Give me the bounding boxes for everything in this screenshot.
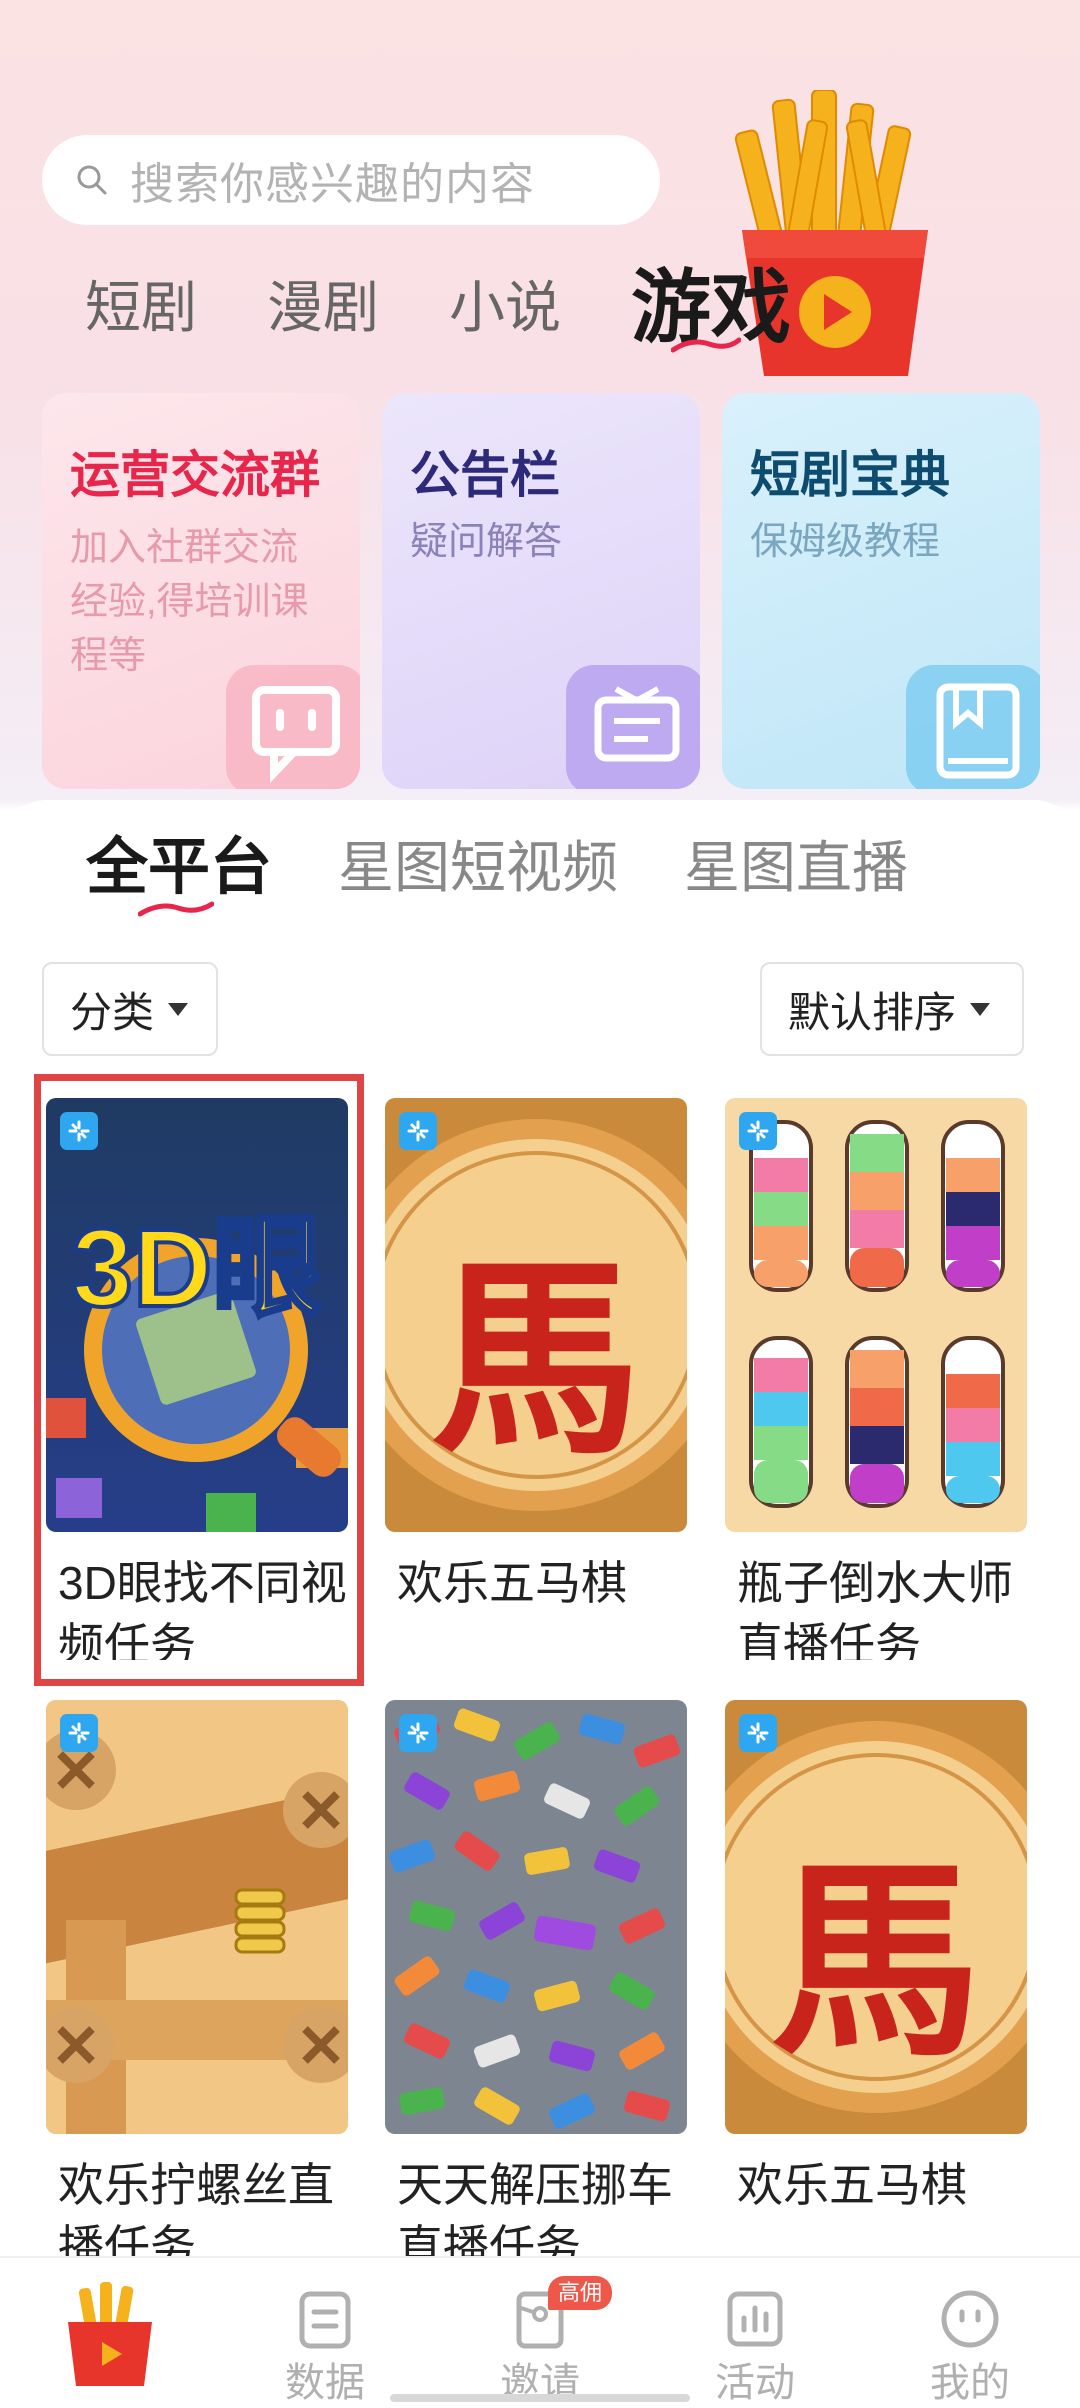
category-filter-label: 分类 <box>70 988 155 1036</box>
platform-badge-icon <box>739 1714 777 1752</box>
game-card[interactable]: 天天解压挪车直播任务 <box>385 1700 687 2262</box>
game-name: 欢乐五马棋 <box>397 1557 627 1609</box>
tab-xingtu-live[interactable]: 星图直播 <box>684 828 908 908</box>
tab-xingtu-short-video[interactable]: 星图短视频 <box>338 828 618 908</box>
nav-label: 我的 <box>930 2361 1010 2405</box>
game-card[interactable]: 瓶子倒水大师直播任务 <box>725 1098 1027 1660</box>
search-placeholder: 搜索你感兴趣的内容 <box>130 160 535 209</box>
category-filter-dropdown[interactable]: 分类 <box>42 962 218 1056</box>
high-commission-badge: 高佣 <box>548 2276 613 2310</box>
drama-guide-card[interactable]: 短剧宝典 保姆级教程 <box>722 393 1040 789</box>
nav-label: 数据 <box>285 2361 365 2405</box>
sort-dropdown[interactable]: 默认排序 <box>760 962 1024 1056</box>
game-card[interactable]: 馬 欢乐五马棋 <box>725 1700 1027 2262</box>
category-tabs: 短剧 漫剧 小说 游戏 <box>85 268 791 353</box>
thumbnail-text: 3D眼 <box>70 1205 325 1332</box>
game-card[interactable]: 馬 欢乐五马棋 <box>385 1098 687 1660</box>
chat-bubble-icon <box>226 665 360 789</box>
card-title: 公告栏 <box>410 447 560 503</box>
nav-label: 活动 <box>715 2361 795 2405</box>
caret-down-icon <box>970 1002 991 1016</box>
book-icon <box>906 665 1040 789</box>
page: 搜索你感兴趣的内容 短剧 漫剧 小说 游戏 运营交流群 加入社群交流经验,得培训… <box>0 0 1080 2408</box>
nav-data[interactable]: 数据 <box>255 2258 395 2408</box>
active-underline-icon <box>671 337 741 353</box>
bulletin-icon <box>566 665 700 789</box>
tab-short-drama[interactable]: 短剧 <box>85 268 197 348</box>
game-name: 欢乐五马棋 <box>737 2159 967 2211</box>
card-desc: 保姆级教程 <box>750 521 941 563</box>
caret-down-icon <box>168 1002 189 1016</box>
game-thumbnail <box>385 1700 687 2134</box>
platform-badge-icon <box>399 1714 437 1752</box>
bottom-nav: 数据 邀请 活动 我的 <box>0 2256 1080 2408</box>
search-bar[interactable]: 搜索你感兴趣的内容 <box>42 135 660 225</box>
platform-badge-icon <box>399 1112 437 1150</box>
card-title: 运营交流群 <box>70 447 320 503</box>
active-underline-icon <box>138 901 214 917</box>
game-thumbnail: 3D眼 <box>46 1098 348 1532</box>
nav-activity[interactable]: 活动 <box>685 2258 825 2408</box>
water-sort-thumbnail-icon <box>725 1098 1027 1532</box>
platform-badge-icon <box>739 1112 777 1150</box>
tab-comic-drama[interactable]: 漫剧 <box>267 268 379 348</box>
platform-badge-icon <box>60 1714 98 1752</box>
platform-tabs: 全平台 星图短视频 星图直播 <box>86 828 974 917</box>
game-thumbnail: 馬 <box>725 1700 1027 2134</box>
game-card[interactable]: 欢乐拧螺丝直播任务 <box>46 1700 348 2262</box>
game-name: 瓶子倒水大师直播任务 <box>737 1557 1013 1660</box>
sort-label: 默认排序 <box>788 988 957 1036</box>
game-name: 3D眼找不同视频任务 <box>58 1557 347 1660</box>
tab-games[interactable]: 游戏 <box>631 268 791 353</box>
data-icon <box>299 2291 351 2349</box>
screw-puzzle-thumbnail-icon <box>46 1700 348 2134</box>
tab-all-platforms-label: 全平台 <box>86 833 273 902</box>
operations-group-card[interactable]: 运营交流群 加入社群交流经验,得培训课程等 <box>42 393 360 789</box>
profile-face-icon <box>941 2290 999 2348</box>
parking-jam-thumbnail-icon <box>385 1700 687 2134</box>
game-name: 欢乐拧螺丝直播任务 <box>58 2159 334 2262</box>
home-indicator[interactable] <box>390 2394 690 2402</box>
home-fries-icon[interactable] <box>60 2282 160 2386</box>
game-card[interactable]: 3D眼 3D眼找不同视频任务 <box>46 1098 348 1660</box>
platform-badge-icon <box>60 1112 98 1150</box>
thumbnail-text: 馬 <box>770 1838 981 2085</box>
game-name: 天天解压挪车直播任务 <box>397 2159 673 2262</box>
tab-novel[interactable]: 小说 <box>449 268 561 348</box>
game-thumbnail: 馬 <box>385 1098 687 1532</box>
tab-all-platforms[interactable]: 全平台 <box>86 828 273 917</box>
activity-chart-icon <box>727 2291 783 2347</box>
thumbnail-text: 馬 <box>430 1236 641 1483</box>
game-thumbnail <box>725 1098 1027 1532</box>
search-icon <box>77 165 107 195</box>
game-thumbnail <box>46 1700 348 2134</box>
card-desc: 疑问解答 <box>410 521 563 563</box>
card-title: 短剧宝典 <box>750 447 950 503</box>
bulletin-board-card[interactable]: 公告栏 疑问解答 <box>382 393 700 789</box>
nav-profile[interactable]: 我的 <box>900 2258 1040 2408</box>
